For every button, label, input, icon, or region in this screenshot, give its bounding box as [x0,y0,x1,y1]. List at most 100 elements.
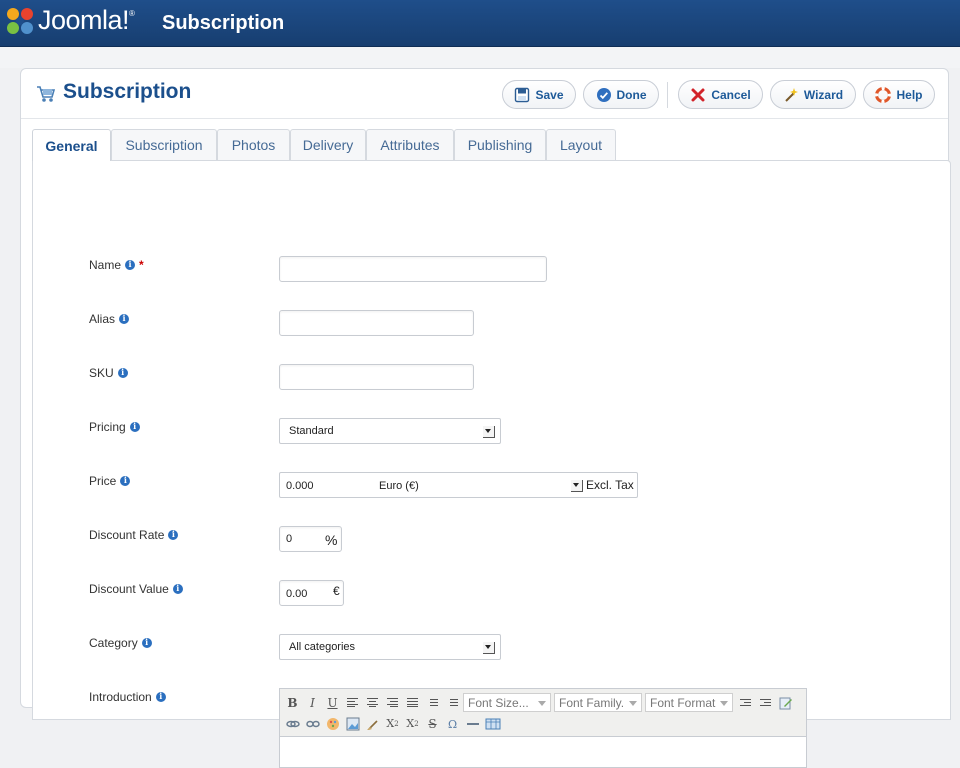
font-family-dropdown[interactable]: Font Family. [554,693,642,712]
cancel-button[interactable]: Cancel [678,80,763,109]
save-button[interactable]: Save [502,80,576,109]
info-icon[interactable] [119,313,130,324]
currency-select[interactable]: Euro (€) [379,480,419,492]
unlink-button[interactable] [303,714,322,733]
font-size-dropdown[interactable]: Font Size... [463,693,551,712]
tab-layout[interactable]: Layout [546,129,616,160]
alias-label-text: Alias [89,312,116,326]
sku-field[interactable] [279,364,474,390]
special-char-button[interactable]: Ω [443,714,462,733]
category-label: Category [89,636,152,650]
unordered-list-button[interactable] [443,693,462,712]
link-icon [285,720,300,727]
floppy-disk-icon [515,87,530,102]
horizontal-rule-icon [466,722,479,725]
tab-photos[interactable]: Photos [217,129,290,160]
outdent-icon [740,697,751,708]
tax-mode-label: Excl. Tax [586,478,634,492]
tab-attributes[interactable]: Attributes [366,129,454,160]
italic-button[interactable]: I [303,693,322,712]
align-left-icon [347,697,358,708]
ordered-list-button[interactable] [423,693,442,712]
table-button[interactable] [483,714,502,733]
category-select[interactable]: All categories [279,634,501,660]
shopping-cart-icon [37,86,56,102]
price-label: Price [89,474,131,488]
table-icon [485,718,500,729]
subscript-button[interactable]: X2 [383,714,402,733]
align-left-button[interactable] [343,693,362,712]
price-group: 0.000 Euro (€) Excl. Tax [279,472,638,498]
editor-body[interactable] [280,737,806,767]
palette-icon [326,717,339,730]
percent-unit: % [325,532,338,548]
info-icon[interactable] [155,691,166,702]
justify-icon [407,697,418,708]
tab-general[interactable]: General [32,129,111,161]
cleanup-button[interactable] [363,714,382,733]
pricing-select[interactable]: Standard [279,418,501,444]
anchor-button[interactable] [323,714,342,733]
pricing-label: Pricing [89,420,140,434]
outdent-button[interactable] [736,693,755,712]
wizard-button[interactable]: Wizard [770,80,856,109]
info-icon[interactable] [120,475,131,486]
price-value[interactable]: 0.000 [286,480,314,492]
discount-rate-label: Discount Rate [89,528,179,542]
tab-delivery[interactable]: Delivery [290,129,366,160]
name-label: Name * [89,258,144,272]
info-icon[interactable] [172,583,183,594]
indent-button[interactable] [756,693,775,712]
alias-field[interactable] [279,310,474,336]
align-center-button[interactable] [363,693,382,712]
toolbar: Subscription Save Done Cancel Wizard Hel… [21,69,948,119]
info-icon[interactable] [168,529,179,540]
toolbar-separator [667,82,668,108]
discount-rate-label-text: Discount Rate [89,528,165,542]
justify-button[interactable] [403,693,422,712]
info-icon[interactable] [129,421,140,432]
ordered-list-icon [427,697,438,708]
font-format-dropdown[interactable]: Font Format [645,693,733,712]
alias-label: Alias [89,312,130,326]
svg-text:Ω: Ω [448,718,457,731]
main-panel: Subscription Save Done Cancel Wizard Hel… [20,68,951,768]
link-button[interactable] [283,714,302,733]
horizontal-rule-button[interactable] [463,714,482,733]
align-right-button[interactable] [383,693,402,712]
discount-value-field[interactable]: 0.00 [286,588,307,600]
broom-icon [366,719,378,730]
close-icon [691,88,705,101]
category-value: All categories [289,641,356,653]
magic-wand-icon [785,87,798,102]
info-icon[interactable] [125,259,136,270]
superscript-button[interactable]: X2 [403,714,422,733]
edit-pencil-button[interactable] [776,693,795,712]
discount-value-label: Discount Value [89,582,183,596]
align-center-icon [367,697,378,708]
discount-rate-field[interactable]: 0 [286,533,292,545]
image-button[interactable] [343,714,362,733]
wizard-label: Wizard [803,87,844,102]
tab-subscription[interactable]: Subscription [111,129,217,160]
help-label: Help [896,87,923,102]
name-field[interactable] [279,256,547,282]
bold-button[interactable]: B [283,693,302,712]
lifebuoy-icon [875,86,892,103]
page-title: Subscription [63,80,192,103]
joomla-brand[interactable]: Joomla!® [38,5,135,36]
info-icon[interactable] [141,637,152,648]
discount-value-label-text: Discount Value [89,582,169,596]
info-icon[interactable] [117,367,128,378]
euro-unit: € [333,584,340,598]
help-button[interactable]: Help [863,80,935,109]
strikethrough-button[interactable]: S [423,714,442,733]
check-circle-icon [596,87,611,102]
introduction-label-text: Introduction [89,690,152,704]
done-button[interactable]: Done [583,80,659,109]
editor-toolbar-row-1: B I U Font Size... Font Family. Font For… [283,692,803,713]
tab-publishing[interactable]: Publishing [454,129,546,160]
underline-button[interactable]: U [323,693,342,712]
header-band [0,47,960,68]
top-header: Joomla!® Subscription [0,0,960,47]
